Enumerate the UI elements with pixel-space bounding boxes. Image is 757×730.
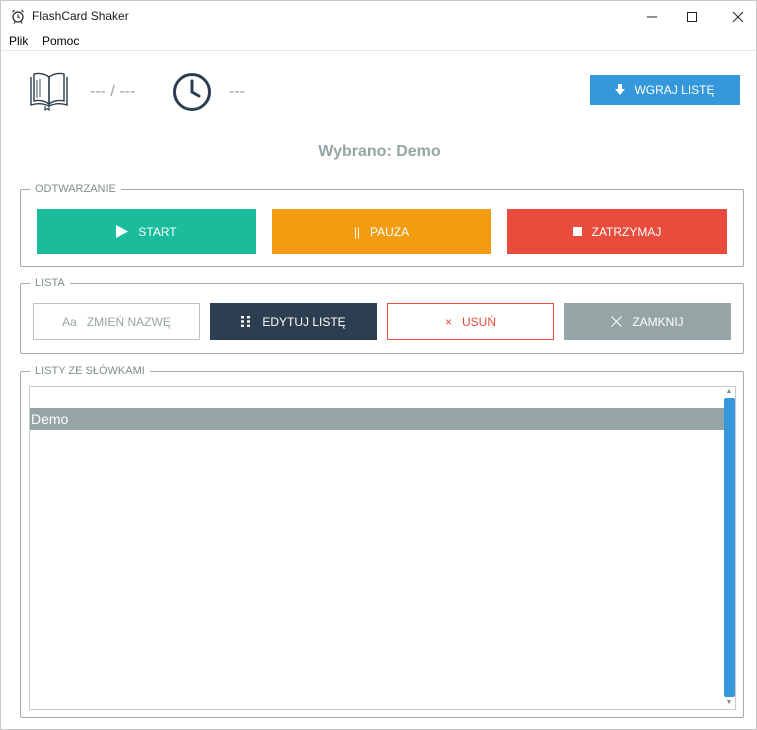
close-icon — [732, 11, 744, 22]
scroll-up-button[interactable]: ▲ — [723, 387, 735, 397]
playback-group-label: ODTWARZANIE — [30, 182, 121, 196]
clock-icon — [173, 73, 211, 111]
download-arrow-icon — [615, 84, 626, 95]
maximize-button[interactable] — [669, 1, 715, 32]
upload-list-button[interactable]: WGRAJ LISTĘ — [590, 75, 740, 105]
app-alarm-icon — [12, 9, 24, 24]
close-list-button[interactable]: ZAMKNIJ — [564, 303, 731, 340]
menu-item-plik[interactable]: Plik — [9, 34, 28, 48]
menu-item-pomoc[interactable]: Pomoc — [42, 34, 79, 48]
title-bar: FlashCard Shaker — [1, 1, 756, 32]
app-window: FlashCard Shaker Plik Pomoc --- / --- --… — [0, 0, 757, 730]
close-window-button[interactable] — [715, 1, 757, 32]
rename-icon: Aa — [62, 314, 77, 329]
window-title: FlashCard Shaker — [32, 9, 129, 23]
upload-list-label: WGRAJ LISTĘ — [634, 83, 715, 97]
close-list-label: ZAMKNIJ — [632, 314, 684, 329]
pause-label: PAUZA — [370, 224, 410, 239]
stop-label: ZATRZYMAJ — [591, 224, 662, 239]
list-group-label: LISTA — [30, 276, 70, 290]
start-button[interactable]: START — [37, 209, 256, 254]
pause-button[interactable]: || PAUZA — [272, 209, 491, 254]
rename-label: ZMIEŃ NAZWĘ — [86, 314, 171, 329]
edit-list-button[interactable]: EDYTUJ LISTĘ — [210, 303, 377, 340]
start-label: START — [138, 224, 177, 239]
scrollbar-thumb[interactable] — [724, 398, 735, 697]
timer-display: --- — [229, 83, 245, 100]
selected-list-title: Wybrano: Demo — [318, 143, 441, 160]
minimize-icon — [647, 16, 657, 17]
wordlists-listbox[interactable]: Demo — [29, 386, 736, 710]
edit-list-label: EDYTUJ LISTĘ — [262, 314, 346, 329]
scroll-down-button[interactable]: ▼ — [723, 698, 735, 708]
close-x-icon — [611, 316, 623, 327]
delete-label: USUŃ — [462, 314, 497, 329]
wordlists-group-label: LISTY ZE SŁÓWKAMI — [30, 364, 150, 378]
rename-button[interactable]: Aa ZMIEŃ NAZWĘ — [33, 303, 200, 340]
list-icon — [241, 316, 251, 327]
pause-icon: || — [353, 224, 361, 239]
delete-icon: × — [444, 314, 452, 329]
list-item[interactable]: Demo — [30, 408, 724, 430]
maximize-icon — [687, 11, 697, 22]
menu-bar: Plik Pomoc — [1, 32, 756, 51]
stop-icon — [572, 227, 582, 236]
play-icon — [116, 225, 129, 238]
stop-button[interactable]: ZATRZYMAJ — [507, 209, 727, 254]
card-progress: --- / --- — [90, 83, 136, 100]
book-icon — [30, 72, 68, 111]
delete-button[interactable]: × USUŃ — [387, 303, 554, 340]
